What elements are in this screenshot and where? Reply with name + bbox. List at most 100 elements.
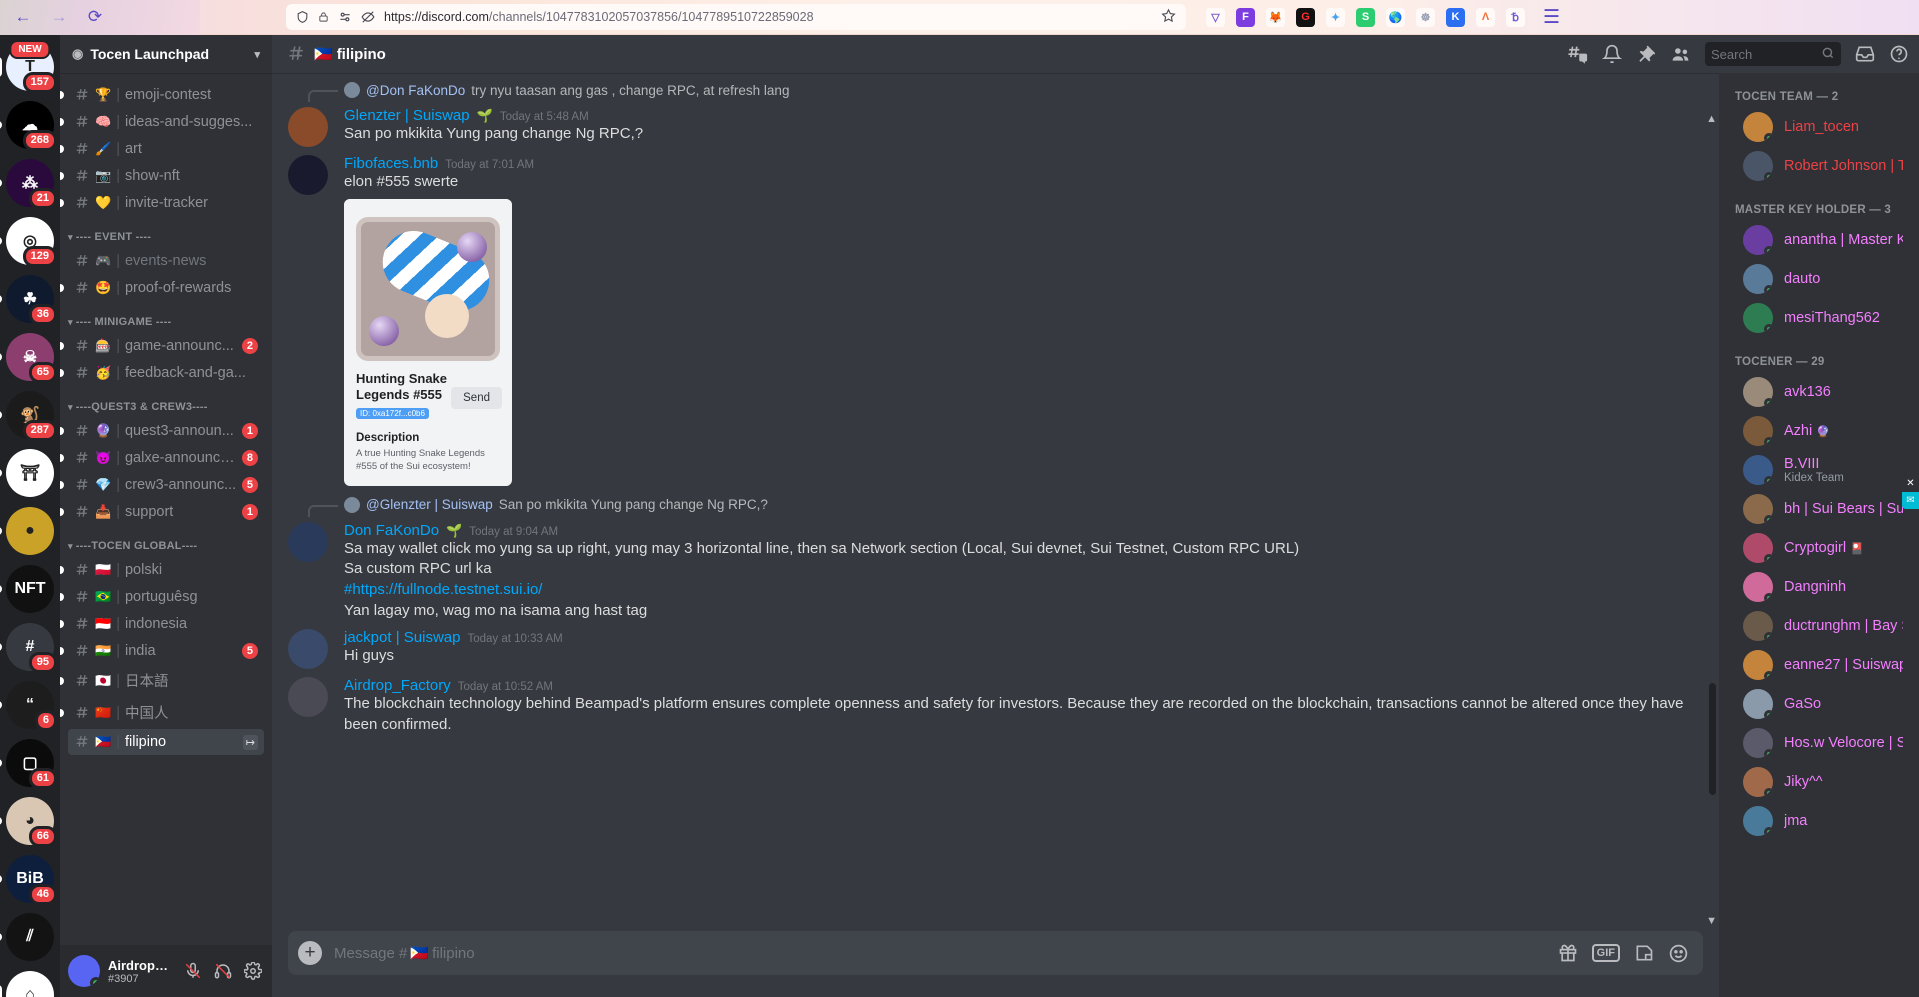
create-invite-icon[interactable]: ↦ bbox=[242, 734, 258, 750]
scrollbar-thumb[interactable] bbox=[1709, 683, 1716, 795]
sidebar-item-emoji-contest[interactable]: 🏆 | emoji-contest bbox=[60, 82, 264, 108]
server-item[interactable]: ☠ 65 bbox=[0, 333, 57, 383]
sui-logo-server[interactable]: ⛩ bbox=[6, 449, 54, 497]
member-row[interactable]: Liam_tocen bbox=[1727, 108, 1911, 146]
permissions-icon[interactable] bbox=[338, 10, 352, 24]
member-row[interactable]: Jiky^^ bbox=[1727, 763, 1911, 801]
pinned-messages-icon[interactable] bbox=[1636, 44, 1656, 64]
channel-category[interactable]: ▾ ----TOCEN GLOBAL---- bbox=[60, 526, 272, 556]
avatar[interactable] bbox=[288, 629, 328, 670]
wallet-extension[interactable]: ✦ bbox=[1326, 7, 1345, 27]
address-bar[interactable]: https://discord.com/channels/10477831020… bbox=[286, 4, 1186, 30]
message-author[interactable]: Airdrop_Factory bbox=[344, 677, 451, 694]
member-row[interactable]: Cryptogirl 🎴 bbox=[1727, 529, 1911, 567]
sidebar-item-ideas-and-sugges-[interactable]: 🧠 | ideas-and-sugges... bbox=[60, 109, 264, 135]
member-row[interactable]: Dangninh bbox=[1727, 568, 1911, 606]
server-item[interactable]: ▢ 61 bbox=[0, 739, 57, 789]
member-row[interactable]: ductrunghm | Bay S... bbox=[1727, 607, 1911, 645]
mic-muted-icon[interactable] bbox=[182, 960, 204, 982]
sidebar-item-events-news[interactable]: 🎮 | events-news bbox=[68, 248, 264, 274]
sidebar-item-filipino[interactable]: 🇵🇭 | filipino ↦ bbox=[68, 729, 264, 755]
server-item[interactable]: ⌂203NEW bbox=[0, 971, 54, 997]
server-item[interactable]: #95 bbox=[0, 623, 57, 673]
member-row[interactable]: Hos.w Velocore | Su... bbox=[1727, 724, 1911, 762]
member-row[interactable]: bh | Sui Bears | Suiswap bbox=[1727, 490, 1911, 528]
server-item[interactable]: NFT bbox=[0, 565, 54, 613]
message-author[interactable]: Don FaKonDo bbox=[344, 522, 439, 539]
member-row[interactable]: GaSo bbox=[1727, 685, 1911, 723]
message-author[interactable]: jackpot | Suiswap bbox=[344, 629, 460, 646]
avatar[interactable] bbox=[68, 955, 100, 987]
scrollbar[interactable] bbox=[1709, 73, 1717, 931]
message-author[interactable]: Glenzter | Suiswap bbox=[344, 107, 470, 124]
message-author[interactable]: Fibofaces.bnb bbox=[344, 155, 438, 172]
sticker-icon[interactable] bbox=[1634, 943, 1654, 963]
sidebar-item-portugu-sg[interactable]: 🇧🇷 | portuguêsg bbox=[60, 584, 264, 610]
close-icon[interactable]: ✕ bbox=[1902, 475, 1919, 492]
scroll-down-arrow[interactable]: ▼ bbox=[1706, 915, 1717, 927]
nft-embed-card[interactable]: Send Hunting Snake Legends #555 ID: 0xa172… bbox=[344, 198, 512, 486]
avatar[interactable] bbox=[288, 521, 328, 562]
sidebar-item-support[interactable]: 📥 | support 1 bbox=[60, 499, 264, 525]
globe-extension[interactable]: 🌎 bbox=[1386, 7, 1405, 27]
notification-bell-icon[interactable] bbox=[1602, 44, 1622, 64]
reply-author[interactable]: @Glenzter | Suiswap bbox=[366, 497, 493, 512]
sidebar-item--[interactable]: 🇯🇵 | 日本語 bbox=[60, 665, 264, 696]
hamburger-menu-icon[interactable]: ☰ bbox=[1543, 6, 1560, 29]
server-item[interactable]: ☘ 36 bbox=[0, 275, 57, 325]
server-item[interactable]: T 157 NEW bbox=[0, 40, 57, 93]
rabby-extension[interactable]: G bbox=[1296, 7, 1315, 27]
members-list[interactable]: TOCEN TEAM — 2 Liam_tocen Robert Johnson |… bbox=[1719, 73, 1919, 997]
sidebar-item-feedback-and-ga-[interactable]: 🥳 | feedback-and-ga... bbox=[60, 360, 264, 386]
keplr-extension[interactable]: K bbox=[1446, 7, 1465, 27]
shield-extension[interactable]: ▽ bbox=[1206, 7, 1225, 27]
sidebar-item-indonesia[interactable]: 🇮🇩 | indonesia bbox=[60, 611, 264, 637]
avatar[interactable] bbox=[288, 155, 328, 195]
search-input[interactable]: Search bbox=[1705, 42, 1841, 66]
server-item[interactable]: BiB 46 bbox=[0, 855, 57, 905]
suiet-extension[interactable]: S bbox=[1356, 7, 1375, 27]
threads-icon[interactable] bbox=[1567, 44, 1588, 65]
send-button[interactable]: Send bbox=[451, 386, 502, 409]
gold-server[interactable]: ● bbox=[6, 507, 54, 555]
channel-list[interactable]: 🏆 | emoji-contest 🧠 | ideas-and-sugges... 🖌️ | a… bbox=[60, 73, 272, 945]
member-row[interactable]: anantha | Master Key ... bbox=[1727, 221, 1911, 259]
forward-arrow-icon[interactable]: → bbox=[44, 3, 74, 31]
sidebar-item-game-announc-[interactable]: 🎰 | game-announc... 2 bbox=[60, 333, 264, 359]
server-item[interactable]: ⛩ bbox=[0, 449, 54, 497]
add-attachment-icon[interactable]: + bbox=[298, 941, 322, 965]
message-scroll[interactable]: ▲ @Don FaKonDo try nyu taasan ang gas , c… bbox=[272, 73, 1719, 931]
metamask-extension[interactable]: 🦊 bbox=[1266, 7, 1285, 27]
shield-icon[interactable] bbox=[296, 10, 309, 24]
gif-icon[interactable]: GIF bbox=[1591, 944, 1620, 962]
server-item[interactable]: ☁ 268 bbox=[0, 101, 57, 151]
avatar[interactable] bbox=[288, 677, 328, 718]
member-row[interactable]: avk136 bbox=[1727, 373, 1911, 411]
cloud-extension[interactable]: ☸ bbox=[1416, 7, 1435, 27]
sidebar-item--[interactable]: 🇨🇳 | 中国人 bbox=[60, 697, 264, 728]
server-item[interactable]: 🐒 287 bbox=[0, 391, 57, 441]
star-icon[interactable] bbox=[1161, 8, 1176, 26]
headset-muted-icon[interactable] bbox=[212, 960, 234, 982]
member-row[interactable]: eanne27 | Suiswap💎 bbox=[1727, 646, 1911, 684]
channel-category[interactable]: ▾ ----QUEST3 & CREW3---- bbox=[60, 387, 272, 417]
member-list-icon[interactable] bbox=[1670, 44, 1691, 65]
server-item[interactable]: ● bbox=[0, 507, 54, 555]
gift-icon[interactable] bbox=[1558, 943, 1578, 963]
sidebar-item-show-nft[interactable]: 📷 | show-nft bbox=[60, 163, 264, 189]
guild-header[interactable]: ◉ Tocen Launchpad ▾ bbox=[60, 35, 272, 73]
member-row[interactable]: Azhi 🔮 bbox=[1727, 412, 1911, 450]
server-item[interactable]: ⁂ 21 bbox=[0, 159, 57, 209]
emoji-icon[interactable] bbox=[1668, 943, 1689, 964]
gear-icon[interactable] bbox=[242, 960, 264, 982]
channel-category[interactable]: ▾ ---- MINIGAME ---- bbox=[60, 302, 272, 332]
chat-bubble-icon[interactable]: ✉ bbox=[1902, 492, 1919, 509]
sidebar-item-galxe-announce-[interactable]: 😈 | galxe-announce... 8 bbox=[60, 445, 264, 471]
pontem-extension[interactable]: ␢ bbox=[1506, 7, 1525, 27]
sidebar-item-invite-tracker[interactable]: 💛 | invite-tracker bbox=[60, 190, 264, 216]
server-item[interactable]: ⫽ bbox=[0, 913, 54, 961]
server-item[interactable]: ◕ 66 bbox=[0, 797, 57, 847]
avatar[interactable] bbox=[288, 107, 328, 147]
floating-widget[interactable]: ✕ ✉ bbox=[1902, 475, 1919, 509]
sidebar-item-polski[interactable]: 🇵🇱 | polski bbox=[60, 557, 264, 583]
